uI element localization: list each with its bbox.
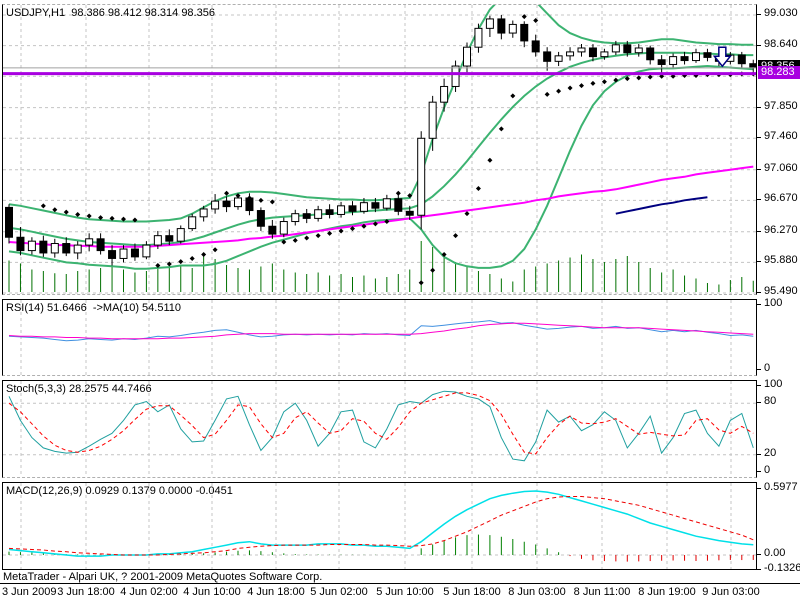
main-chart-panel[interactable]: USDJPY,H1 98.386 98.412 98.314 98.356: [2, 4, 757, 295]
axis-tick: [757, 385, 761, 386]
time-label: 9 Jun 03:00: [702, 586, 760, 598]
stoch-axis-label: 20: [764, 446, 777, 459]
price-axis-label: 95.880: [764, 254, 798, 267]
time-axis[interactable]: 3 Jun 2009 3 Jun 18:00 4 Jun 02:00 4 Jun 10…: [0, 585, 800, 600]
axis-tick: [757, 261, 761, 263]
axis-tick: [757, 488, 761, 489]
macd-axis-label: -0.1326: [764, 561, 800, 574]
price-axis-label: 98.640: [764, 37, 798, 50]
axis-tick: [757, 402, 761, 404]
stoch-axis-label: 80: [764, 395, 777, 408]
symbol-timeframe-ohlc-label: USDJPY,H1 98.386 98.412 98.314 98.356: [6, 7, 215, 19]
stochastic-indicator-label: Stoch(5,3,3) 28.2575 44.7466: [6, 383, 152, 395]
axis-tick: [757, 304, 761, 305]
axis-tick: [757, 168, 761, 170]
axis-tick: [757, 230, 761, 232]
price-axis-label: 96.270: [764, 223, 798, 236]
macd-panel[interactable]: MACD(12,26,9) 0.0929 0.1379 0.0000 -0.04…: [2, 482, 757, 570]
axis-tick: [757, 14, 761, 15]
axis-tick: [757, 291, 761, 293]
price-axis-label: 97.060: [764, 161, 798, 174]
down-arrow-object[interactable]: [712, 46, 732, 68]
axis-tick: [757, 568, 761, 570]
status-text: MetaTrader - Alpari UK, ? 2001-2009 Meta…: [3, 571, 323, 583]
price-axis-label: 99.030: [764, 7, 798, 19]
axis-tick: [757, 137, 761, 139]
axis-tick: [757, 106, 761, 108]
axis-tick: [757, 453, 761, 455]
metatrader-chart-window: USDJPY,H1 98.386 98.412 98.314 98.356 RS…: [0, 0, 800, 600]
rsi-indicator-label: RSI(14) 51.6466 ->MA(10) 54.5110: [6, 302, 181, 314]
price-axis[interactable]: 98.356 98.283 99.03098.64097.85097.46097…: [757, 0, 800, 574]
axis-tick: [757, 369, 761, 370]
stoch-axis-label: 100: [764, 378, 783, 390]
status-bar: MetaTrader - Alpari UK, ? 2001-2009 Meta…: [0, 571, 800, 584]
rsi-axis-label: 100: [764, 297, 783, 309]
macd-axis-label: 0.5977: [764, 481, 798, 493]
macd-axis-label: 0.00: [764, 546, 786, 559]
stochastic-canvas[interactable]: [3, 381, 756, 477]
rsi-axis-label: 0: [764, 362, 771, 374]
stoch-axis-label: 0: [764, 464, 771, 476]
main-chart-canvas[interactable]: [3, 5, 756, 294]
axis-tick: [757, 199, 761, 201]
rsi-panel[interactable]: RSI(14) 51.6466 ->MA(10) 54.5110: [2, 299, 757, 376]
stochastic-panel[interactable]: Stoch(5,3,3) 28.2575 44.7466: [2, 380, 757, 478]
macd-indicator-label: MACD(12,26,9) 0.0929 0.1379 0.0000 -0.04…: [6, 485, 233, 497]
axis-tick: [757, 44, 761, 46]
axis-tick: [757, 471, 761, 472]
price-axis-label: 96.670: [764, 192, 798, 205]
price-axis-label: 97.850: [764, 99, 798, 112]
price-axis-label: 95.490: [764, 284, 798, 297]
axis-tick: [757, 553, 761, 555]
horizontal-line-price-tag: 98.283: [758, 65, 800, 79]
price-axis-label: 97.460: [764, 130, 798, 143]
